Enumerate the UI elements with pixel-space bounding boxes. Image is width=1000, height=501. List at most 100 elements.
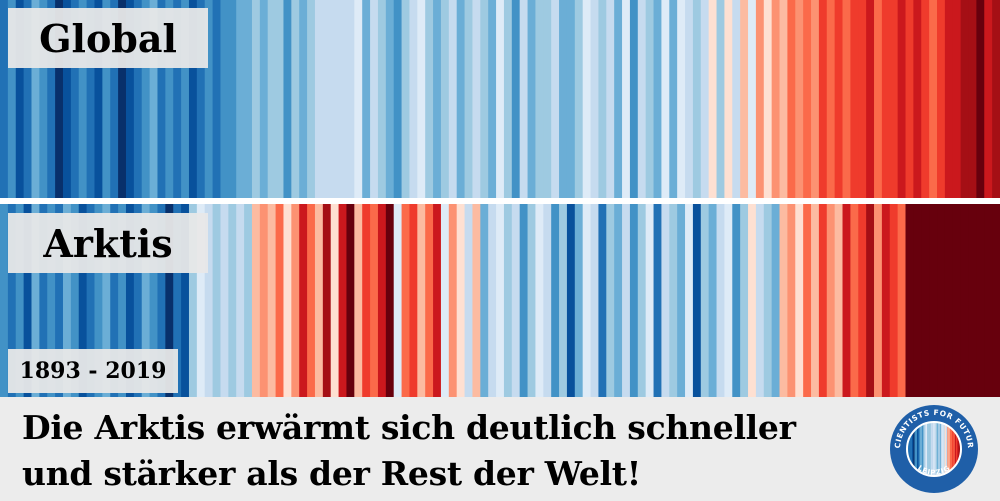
arctic-stripe-1936 [338, 204, 348, 397]
arctic-stripe-1956 [496, 204, 505, 397]
arctic-stripe-1972 [622, 204, 631, 397]
global-stripe-1972 [622, 0, 631, 198]
global-stripe-2005 [881, 0, 891, 198]
global-stripe-1962 [543, 0, 552, 198]
arctic-stripe-1935 [330, 204, 340, 397]
arctic-stripe-1988 [748, 204, 757, 397]
global-stripe-1959 [519, 0, 529, 198]
global-stripe-2010 [921, 0, 930, 198]
global-stripe-1975 [645, 0, 655, 198]
global-stripe-1970 [606, 0, 615, 198]
arctic-stripe-1973 [629, 204, 639, 397]
global-stripe-1973 [629, 0, 639, 198]
scientists-for-future-logo: SCIENTISTS FOR FUTURE LEIPZIG [889, 404, 979, 494]
global-stripe-1930 [291, 0, 300, 198]
arctic-stripe-1941 [377, 204, 387, 397]
arctic-stripe-2013 [944, 204, 954, 397]
arctic-stripe-1974 [637, 204, 647, 397]
global-stripe-1945 [409, 0, 418, 198]
global-stripe-1969 [598, 0, 607, 198]
arctic-stripe-1991 [771, 204, 781, 397]
arctic-stripe-1992 [779, 204, 789, 397]
arctic-stripe-1947 [425, 204, 434, 397]
global-stripe-1957 [503, 0, 513, 198]
arctic-stripe-1928 [275, 204, 285, 397]
arctic-stripe-1920 [212, 204, 222, 397]
global-stripe-1967 [582, 0, 592, 198]
arctic-stripe-2007 [897, 204, 907, 397]
arctic-stripe-1981 [692, 204, 702, 397]
global-stripe-2015 [960, 0, 970, 198]
arctic-stripe-1943 [393, 204, 403, 397]
arctic-stripe-1967 [582, 204, 592, 397]
global-stripe-1925 [251, 0, 261, 198]
arctic-stripe-1986 [732, 204, 741, 397]
arctic-stripe-1933 [314, 204, 324, 397]
arctic-stripe-1997 [818, 204, 828, 397]
arctic-label: Arktis [8, 213, 208, 273]
global-stripe-1932 [307, 0, 316, 198]
year-range-label: 1893 - 2019 [8, 349, 178, 393]
global-stripe-1921 [220, 0, 229, 198]
arctic-stripe-1966 [574, 204, 584, 397]
arctic-stripe-1999 [834, 204, 844, 397]
arctic-stripe-1945 [409, 204, 418, 397]
arctic-stripe-1950 [448, 204, 458, 397]
global-stripe-1950 [448, 0, 458, 198]
headline-line-1: Die Arktis erwärmt sich deutlich schnell… [22, 408, 796, 447]
global-stripe-1987 [740, 0, 749, 198]
footer-banner: Die Arktis erwärmt sich deutlich schnell… [0, 397, 1000, 501]
arctic-stripe-1969 [598, 204, 607, 397]
global-stripe-2016 [968, 0, 977, 198]
global-stripe-2011 [929, 0, 938, 198]
global-stripe-1968 [590, 0, 600, 198]
arctic-stripe-1995 [803, 204, 812, 397]
global-stripe-2018 [984, 0, 993, 198]
arctic-stripe-1996 [811, 204, 820, 397]
global-stripe-1976 [653, 0, 663, 198]
arctic-stripe-1953 [472, 204, 481, 397]
global-stripe-2002 [858, 0, 867, 198]
global-stripe-1974 [637, 0, 647, 198]
global-stripe-1963 [551, 0, 560, 198]
arctic-stripe-1959 [519, 204, 529, 397]
arctic-stripe-1925 [251, 204, 261, 397]
global-stripe-2009 [913, 0, 922, 198]
global-stripe-1991 [771, 0, 781, 198]
global-stripe-1999 [834, 0, 844, 198]
global-stripe-1941 [377, 0, 387, 198]
global-stripe-2008 [905, 0, 914, 198]
global-stripe-1953 [472, 0, 481, 198]
global-stripe-1949 [440, 0, 450, 198]
arctic-stripe-1977 [661, 204, 670, 397]
arctic-stripe-2010 [921, 204, 930, 397]
global-stripe-1933 [314, 0, 324, 198]
arctic-stripe-2005 [881, 204, 891, 397]
global-stripe-1937 [346, 0, 355, 198]
arctic-stripe-1957 [503, 204, 513, 397]
arctic-stripe-1927 [267, 204, 277, 397]
arctic-stripe-1975 [645, 204, 655, 397]
global-stripe-1947 [425, 0, 434, 198]
global-stripe-1929 [283, 0, 292, 198]
global-stripe-1982 [700, 0, 710, 198]
arctic-stripe-1946 [417, 204, 426, 397]
global-stripe-1943 [393, 0, 403, 198]
global-stripe-1958 [511, 0, 521, 198]
global-stripe-1922 [228, 0, 237, 198]
global-stripe-1995 [803, 0, 812, 198]
global-stripe-1952 [464, 0, 474, 198]
arctic-stripe-1976 [653, 204, 663, 397]
global-stripe-1989 [755, 0, 765, 198]
arctic-stripe-1942 [385, 204, 395, 397]
global-stripe-1986 [732, 0, 741, 198]
arctic-stripe-1962 [543, 204, 552, 397]
arctic-stripe-2004 [874, 204, 883, 397]
arctic-stripe-2018 [984, 204, 993, 397]
arctic-stripe-1994 [795, 204, 804, 397]
arctic-stripe-1983 [708, 204, 718, 397]
global-stripe-2007 [897, 0, 907, 198]
global-stripe-2000 [842, 0, 851, 198]
arctic-stripe-1940 [370, 204, 379, 397]
global-stripe-1955 [488, 0, 497, 198]
